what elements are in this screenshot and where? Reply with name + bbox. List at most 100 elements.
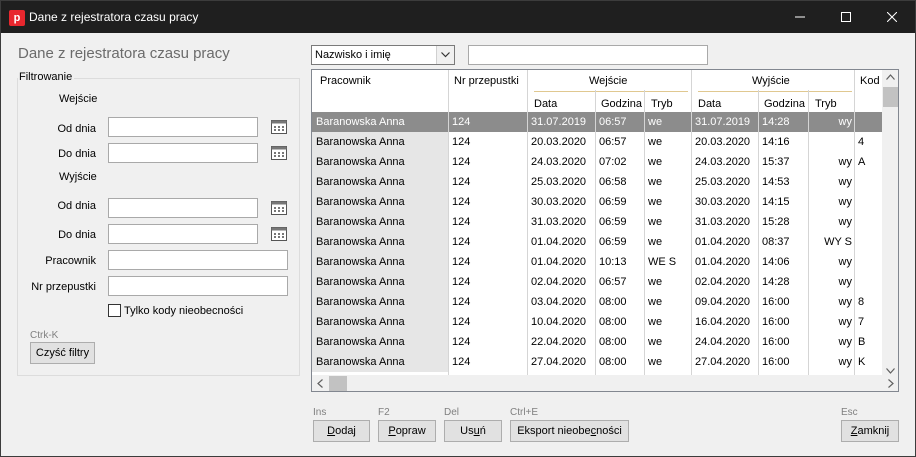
header-exit-date[interactable]: Data xyxy=(698,98,721,110)
cell-in-date: 31.07.2019 xyxy=(531,116,587,128)
exit-to-input[interactable] xyxy=(108,224,258,244)
absence-only-label: Tylko kody nieobecności xyxy=(124,305,244,317)
title-bar[interactable]: p Dane z rejestratora czasu pracy xyxy=(1,1,915,33)
entry-to-input[interactable] xyxy=(108,143,258,163)
table-row[interactable]: Baranowska Anna 124 20.03.2020 06:57 we 20.03… xyxy=(312,132,882,152)
cell-out-mode: wy xyxy=(838,176,852,188)
table-row[interactable]: Baranowska Anna 124 24.03.2020 07:02 we 24.03… xyxy=(312,152,882,172)
table-row[interactable]: Baranowska Anna 124 31.03.2020 06:59 we 31.03… xyxy=(312,212,882,232)
cell-code xyxy=(858,192,880,212)
absence-only-checkbox[interactable] xyxy=(108,304,121,317)
header-entry-mode[interactable]: Tryb xyxy=(651,98,673,110)
close-window-button[interactable] xyxy=(869,1,915,33)
cell-pass: 124 xyxy=(452,256,471,268)
vertical-scroll-thumb[interactable] xyxy=(883,87,898,107)
clear-filters-button[interactable]: Czyść filtry xyxy=(30,342,95,364)
scroll-right-icon[interactable] xyxy=(888,379,894,388)
header-pass[interactable]: Nr przepustki xyxy=(454,75,519,87)
cell-in-time: 08:00 xyxy=(599,316,627,328)
cell-in-time: 08:00 xyxy=(599,336,627,348)
cell-out-date: 24.03.2020 xyxy=(695,156,751,168)
cell-in-time: 06:58 xyxy=(599,176,627,188)
exit-from-input[interactable] xyxy=(108,198,258,218)
cell-pass: 124 xyxy=(452,136,471,148)
entry-to-label: Do dnia xyxy=(58,148,96,160)
add-shortcut: Ins xyxy=(313,407,327,418)
cell-out-time: 16:00 xyxy=(762,316,790,328)
calendar-icon[interactable] xyxy=(270,144,288,162)
cell-in-mode: we xyxy=(648,296,663,308)
cell-out-date: 02.04.2020 xyxy=(695,276,751,288)
cell-out-date: 27.04.2020 xyxy=(695,356,751,368)
header-entry-time[interactable]: Godzina xyxy=(601,98,642,110)
cell-out-time: 14:06 xyxy=(762,256,790,268)
cell-in-time: 06:57 xyxy=(599,136,627,148)
table-row[interactable]: Baranowska Anna 124 25.03.2020 06:58 we 25.03… xyxy=(312,172,882,192)
calendar-icon[interactable] xyxy=(270,118,288,136)
cell-in-time: 07:02 xyxy=(599,156,627,168)
exit-from-label: Od dnia xyxy=(57,200,96,212)
window-title: Dane z rejestratora czasu pracy xyxy=(29,10,199,24)
table-row[interactable]: Baranowska Anna 124 02.04.2020 06:57 we 02.04… xyxy=(312,272,882,292)
header-exit-mode[interactable]: Tryb xyxy=(815,98,837,110)
horizontal-scroll-thumb[interactable] xyxy=(329,376,347,391)
delete-button[interactable]: Us u ń xyxy=(444,420,502,442)
col-divider xyxy=(527,70,528,375)
maximize-button[interactable] xyxy=(823,1,869,33)
cell-name: Baranowska Anna xyxy=(312,312,448,332)
close-button[interactable]: Zamknij xyxy=(841,420,899,442)
app-logo-icon: p xyxy=(9,10,25,26)
edit-button[interactable]: Popraw xyxy=(378,420,436,442)
header-code[interactable]: Kod xyxy=(860,75,880,87)
employee-filter-input[interactable] xyxy=(108,250,288,270)
search-input[interactable] xyxy=(468,45,708,65)
table-row[interactable]: Baranowska Anna 124 31.07.2019 06:57 we 31.07… xyxy=(312,112,882,132)
scroll-left-icon[interactable] xyxy=(317,379,323,388)
cell-out-mode: wy xyxy=(838,156,852,168)
cell-pass: 124 xyxy=(452,176,471,188)
cell-out-mode: wy xyxy=(838,216,852,228)
export-shortcut: Ctrl+E xyxy=(510,407,539,418)
entry-from-input[interactable] xyxy=(108,117,258,137)
cell-in-time: 06:57 xyxy=(599,276,627,288)
cell-out-date: 25.03.2020 xyxy=(695,176,751,188)
table-row[interactable]: Baranowska Anna 124 22.04.2020 08:00 we 24.04… xyxy=(312,332,882,352)
table-row[interactable]: Baranowska Anna 124 01.04.2020 10:13 WE S 01.… xyxy=(312,252,882,272)
export-absences-button[interactable]: Eksport nieobe c ności xyxy=(510,420,629,442)
scroll-up-icon[interactable] xyxy=(886,74,895,80)
scroll-down-icon[interactable] xyxy=(886,368,895,374)
table-row[interactable]: Baranowska Anna 124 03.04.2020 08:00 we 09.04… xyxy=(312,292,882,312)
cell-code xyxy=(858,272,880,292)
add-button[interactable]: Dodaj xyxy=(313,420,370,442)
table-row[interactable]: Baranowska Anna 124 01.04.2020 06:59 we 01.04… xyxy=(312,232,882,252)
search-field-select[interactable]: Nazwisko i imię xyxy=(311,45,455,65)
table-row[interactable]: Baranowska Anna 124 30.03.2020 06:59 we 30.03… xyxy=(312,192,882,212)
cell-in-date: 02.04.2020 xyxy=(531,276,587,288)
employee-filter-label: Pracownik xyxy=(45,255,96,267)
cell-out-mode: wy xyxy=(838,296,852,308)
vertical-scrollbar[interactable] xyxy=(882,70,898,375)
cell-in-date: 22.04.2020 xyxy=(531,336,587,348)
cell-out-time: 14:15 xyxy=(762,196,790,208)
horizontal-scrollbar[interactable] xyxy=(312,375,882,391)
chevron-down-icon[interactable] xyxy=(436,46,454,64)
table-row[interactable]: Baranowska Anna 124 27.04.2020 08:00 we 27.04… xyxy=(312,352,882,372)
cell-out-date: 01.04.2020 xyxy=(695,256,751,268)
calendar-icon[interactable] xyxy=(270,225,288,243)
cell-name: Baranowska Anna xyxy=(312,192,448,212)
cell-code: 7 xyxy=(858,316,865,328)
pass-filter-input[interactable] xyxy=(108,276,288,296)
cell-name: Baranowska Anna xyxy=(312,272,448,292)
cell-out-mode: wy xyxy=(838,276,852,288)
col-divider xyxy=(595,90,596,375)
minimize-button[interactable] xyxy=(777,1,823,33)
table-row[interactable]: Baranowska Anna 124 10.04.2020 08:00 we 16.04… xyxy=(312,312,882,332)
header-exit-time[interactable]: Godzina xyxy=(764,98,805,110)
header-employee[interactable]: Pracownik xyxy=(320,75,371,87)
calendar-icon[interactable] xyxy=(270,199,288,217)
maximize-icon xyxy=(841,12,851,22)
cell-in-date: 31.03.2020 xyxy=(531,216,587,228)
header-entry-date[interactable]: Data xyxy=(534,98,557,110)
records-grid[interactable]: Pracownik Nr przepustki Wejście Wyjście … xyxy=(311,69,899,392)
col-divider xyxy=(758,90,759,375)
